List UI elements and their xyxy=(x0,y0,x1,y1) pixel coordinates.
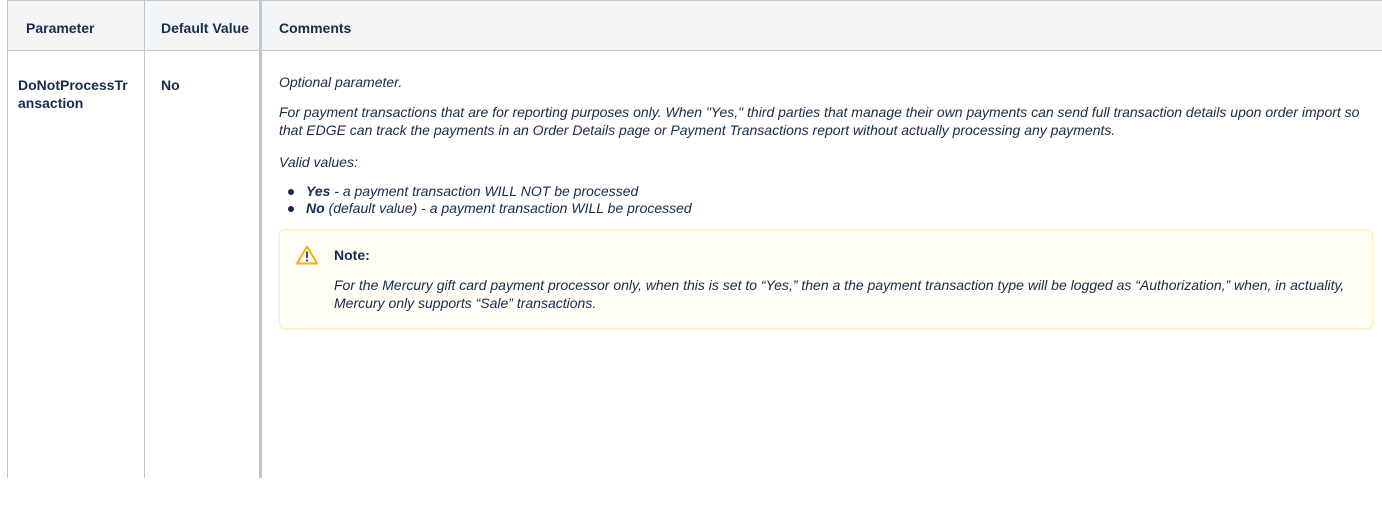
parameter-name: DoNotProcessTransaction xyxy=(7,50,145,478)
comment-description: For payment transactions that are for re… xyxy=(279,104,1360,138)
comment-intro: Optional parameter. xyxy=(279,74,403,90)
value-description: (default value) - a payment transaction … xyxy=(324,200,692,216)
list-item: Yes - a payment transaction WILL NOT be … xyxy=(288,183,1370,200)
default-value: No xyxy=(144,50,261,478)
column-header-parameter: Parameter xyxy=(7,0,145,51)
column-header-comments: Comments xyxy=(259,0,1382,51)
note-title: Note: xyxy=(334,247,370,263)
value-description: - a payment transaction WILL NOT be proc… xyxy=(330,183,639,199)
table-row: DoNotProcessTransaction No Optional para… xyxy=(7,50,1382,478)
valid-values-list: Yes - a payment transaction WILL NOT be … xyxy=(279,183,1370,217)
value-name: Yes xyxy=(306,183,331,199)
warning-icon xyxy=(296,245,318,265)
list-item: No (default value) - a payment transacti… xyxy=(288,200,1370,217)
value-name: No xyxy=(306,200,325,216)
page-content: Parameter Default Value Comments DoNotPr… xyxy=(0,0,1382,478)
note-panel: Note: For the Mercury gift card payment … xyxy=(279,229,1373,329)
column-header-default-value: Default Value xyxy=(144,0,261,51)
comments-cell: Optional parameter. For payment transact… xyxy=(259,50,1382,478)
note-header: Note: xyxy=(296,244,1356,266)
bullet-icon xyxy=(288,189,294,195)
parameters-table: Parameter Default Value Comments DoNotPr… xyxy=(7,0,1382,478)
valid-values-label: Valid values: xyxy=(279,154,358,170)
table-header-row: Parameter Default Value Comments xyxy=(7,0,1382,51)
bullet-icon xyxy=(288,206,294,212)
note-body: For the Mercury gift card payment proces… xyxy=(334,277,1345,311)
